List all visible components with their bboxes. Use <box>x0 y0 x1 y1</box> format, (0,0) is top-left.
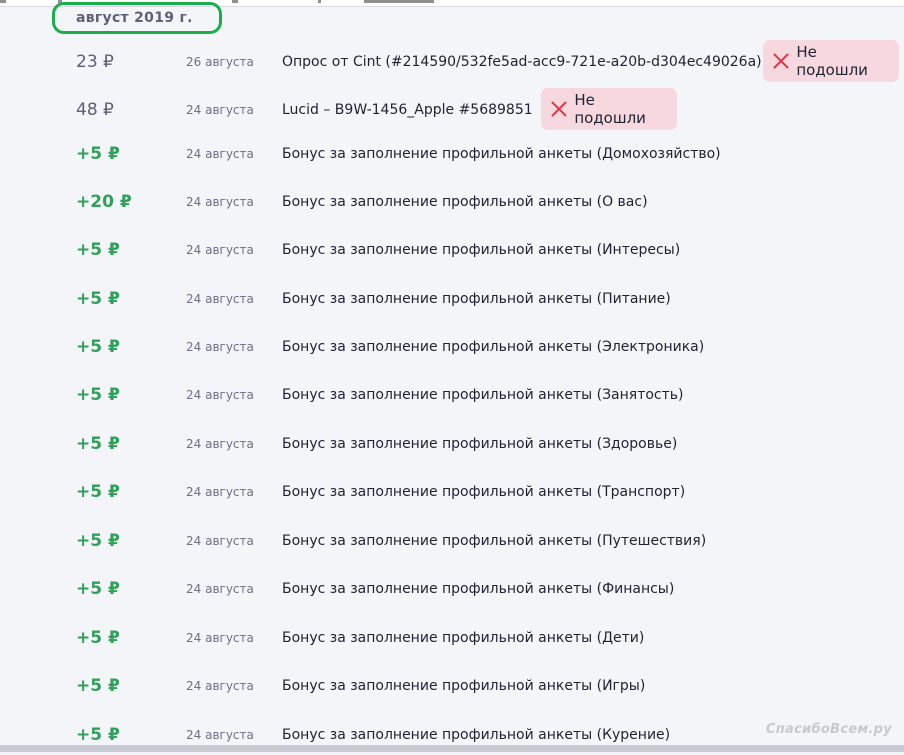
transaction-amount: +5 ₽ <box>76 434 120 454</box>
transaction-row: +5 ₽ 24 августа Бонус за заполнение профил… <box>0 134 904 174</box>
transaction-amount: +5 ₽ <box>76 531 120 551</box>
transaction-row: +5 ₽ 24 августа Бонус за заполнение профил… <box>0 618 904 658</box>
bottom-scrollbar[interactable] <box>0 745 904 752</box>
transaction-date: 24 августа <box>186 388 254 402</box>
transaction-description: Бонус за заполнение профильной анкеты (З… <box>282 436 678 452</box>
transaction-row: +5 ₽ 24 августа Бонус за заполнение профил… <box>0 666 904 706</box>
cross-icon <box>773 53 788 69</box>
transaction-row: 48 ₽ 24 августа Lucid – B9W-1456_Apple #56… <box>0 88 904 130</box>
transaction-description: Бонус за заполнение профильной анкеты (З… <box>282 387 684 403</box>
transaction-row: +20 ₽ 24 августа Бонус за заполнение профи… <box>0 182 904 222</box>
transaction-amount: +5 ₽ <box>76 144 120 164</box>
transaction-date: 24 августа <box>186 534 254 548</box>
transaction-date: 24 августа <box>186 340 254 354</box>
toolbar-fragment <box>318 0 321 3</box>
transaction-amount: +5 ₽ <box>76 676 120 696</box>
transaction-date: 26 августа <box>186 55 254 69</box>
cross-icon <box>551 101 566 117</box>
transaction-description: Бонус за заполнение профильной анкеты (Э… <box>282 339 705 355</box>
transaction-description: Бонус за заполнение профильной анкеты (Д… <box>282 630 645 646</box>
transaction-amount: 23 ₽ <box>76 52 114 72</box>
transaction-row: +5 ₽ 24 августа Бонус за заполнение профил… <box>0 424 904 464</box>
status-badge: Не подошли <box>763 40 899 82</box>
month-label: август 2019 г. <box>76 10 193 26</box>
transaction-description: Бонус за заполнение профильной анкеты (Ф… <box>282 581 675 597</box>
transaction-row: +5 ₽ 24 августа Бонус за заполнение профил… <box>0 230 904 270</box>
watermark-logo: СпасибоВсем.ру <box>765 722 892 737</box>
transaction-description: Бонус за заполнение профильной анкеты (И… <box>282 678 646 694</box>
transaction-row: +5 ₽ 24 августа Бонус за заполнение профил… <box>0 279 904 319</box>
transaction-description: Бонус за заполнение профильной анкеты (О… <box>282 194 648 210</box>
transaction-amount: +20 ₽ <box>76 192 132 212</box>
transaction-date: 24 августа <box>186 485 254 499</box>
transaction-row: +5 ₽ 24 августа Бонус за заполнение профил… <box>0 521 904 561</box>
status-badge: Не подошли <box>541 88 677 130</box>
transaction-date: 24 августа <box>186 195 254 209</box>
transaction-row: 23 ₽ 26 августа Опрос от Cint (#214590/532… <box>0 40 904 82</box>
toolbar-fragment <box>232 0 238 3</box>
transaction-date: 24 августа <box>186 147 254 161</box>
transaction-amount: 48 ₽ <box>76 100 114 120</box>
transaction-date: 24 августа <box>186 679 254 693</box>
transaction-description: Опрос от Cint (#214590/532fe5ad-acc9-721… <box>282 54 762 70</box>
transaction-amount: +5 ₽ <box>76 289 120 309</box>
status-label: Не подошли <box>574 91 646 127</box>
toolbar-fragment <box>364 0 434 3</box>
transaction-date: 24 августа <box>186 292 254 306</box>
transaction-amount: +5 ₽ <box>76 579 120 599</box>
transaction-amount: +5 ₽ <box>76 337 120 357</box>
transaction-description: Бонус за заполнение профильной анкеты (П… <box>282 533 707 549</box>
transaction-date: 24 августа <box>186 631 254 645</box>
transaction-description: Бонус за заполнение профильной анкеты (Т… <box>282 484 686 500</box>
transaction-date: 24 августа <box>186 103 254 117</box>
transaction-row: +5 ₽ 24 августа Бонус за заполнение профил… <box>0 472 904 512</box>
transaction-row: +5 ₽ 24 августа Бонус за заполнение профил… <box>0 375 904 415</box>
transaction-amount: +5 ₽ <box>76 628 120 648</box>
status-label: Не подошли <box>796 43 868 79</box>
transaction-description: Lucid – B9W-1456_Apple #5689851 <box>282 102 533 118</box>
transaction-date: 24 августа <box>186 437 254 451</box>
transaction-row: +5 ₽ 24 августа Бонус за заполнение профил… <box>0 327 904 367</box>
transaction-amount: +5 ₽ <box>76 385 120 405</box>
transaction-description: Бонус за заполнение профильной анкеты (П… <box>282 291 671 307</box>
toolbar-fragment <box>0 0 6 3</box>
transaction-date: 24 августа <box>186 582 254 596</box>
transaction-date: 24 августа <box>186 243 254 257</box>
transaction-amount: +5 ₽ <box>76 240 120 260</box>
transaction-row: +5 ₽ 24 августа Бонус за заполнение профил… <box>0 569 904 609</box>
transaction-amount: +5 ₽ <box>76 482 120 502</box>
transaction-description: Бонус за заполнение профильной анкеты (И… <box>282 242 681 258</box>
transaction-description: Бонус за заполнение профильной анкеты (Д… <box>282 146 721 162</box>
